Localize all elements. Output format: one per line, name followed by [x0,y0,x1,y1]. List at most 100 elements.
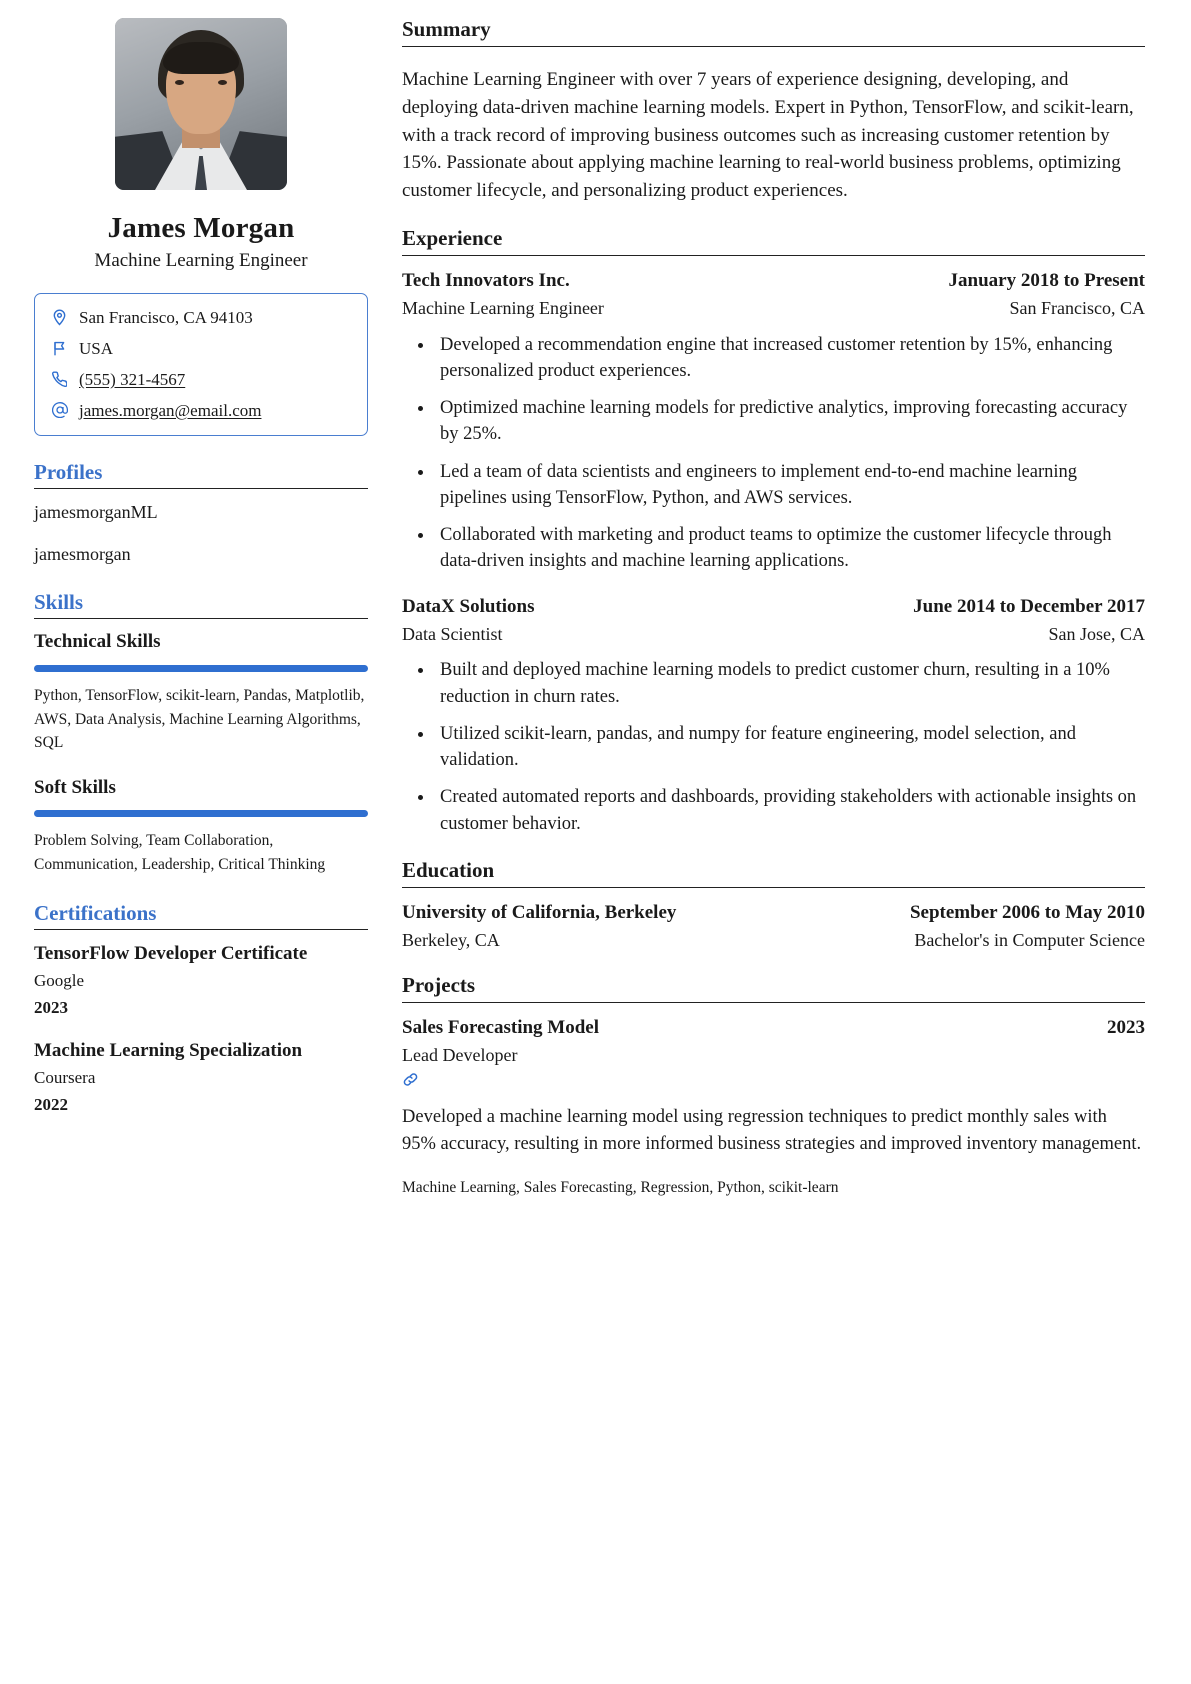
skill-group: Technical Skills Python, TensorFlow, sci… [34,631,368,754]
project-entry: Sales Forecasting Model 2023 Lead Develo… [402,1016,1145,1198]
contact-phone[interactable]: (555) 321-4567 [51,369,351,391]
resume-main: Summary Machine Learning Engineer with o… [368,14,1145,1220]
experience-bullet: Created automated reports and dashboards… [402,784,1145,837]
section-experience: Experience Tech Innovators Inc. January … [402,225,1145,837]
certification-name: TensorFlow Developer Certificate [34,942,308,964]
experience-date: January 2018 to Present [948,269,1146,291]
link-chain-icon [402,1071,419,1093]
avatar-container [34,18,368,190]
photo-eye-right [218,80,227,85]
section-projects-title: Projects [402,972,476,997]
contact-box: San Francisco, CA 94103 USA (555) 321-45… [34,293,368,437]
certification-date: 2023 [34,997,68,1017]
skill-group-name: Technical Skills [34,631,161,653]
skill-level-bar [34,665,368,673]
profile-item[interactable]: jamesmorganML [34,501,368,524]
experience-location: San Jose, CA [1048,623,1145,644]
section-education-title: Education [402,857,495,882]
contact-location: San Francisco, CA 94103 [51,307,351,329]
photo-eye-left [175,80,184,85]
contact-country: USA [51,338,351,360]
experience-entry: Tech Innovators Inc. January 2018 to Pre… [402,269,1145,575]
education-institution: University of California, Berkeley [402,902,677,924]
flag-icon [51,338,68,359]
experience-entry-header: DataX Solutions June 2014 to December 20… [402,595,1145,618]
certification-name: Machine Learning Specialization [34,1040,303,1062]
resume-page: James Morgan Machine Learning Engineer S… [0,0,1191,1684]
education-entry-header: University of California, Berkeley Septe… [402,901,1145,924]
education-degree: Bachelor's in Computer Science [914,930,1145,951]
section-profiles-rule [34,488,368,490]
resume-sidebar: James Morgan Machine Learning Engineer S… [16,14,368,1116]
experience-date: June 2014 to December 2017 [913,595,1145,617]
experience-location: San Francisco, CA [1009,298,1145,319]
contact-country-text: USA [79,339,114,359]
project-name: Sales Forecasting Model [402,1016,600,1038]
experience-company: DataX Solutions [402,595,535,617]
experience-entry-subheader: Data Scientist San Jose, CA [402,623,1145,646]
section-summary-rule [402,46,1145,48]
phone-icon [51,369,68,390]
certification-issuer: Google [34,970,85,990]
skill-group-name: Soft Skills [34,776,116,798]
skill-keywords: Problem Solving, Team Collaboration, Com… [34,832,326,874]
contact-location-text: San Francisco, CA 94103 [79,308,253,328]
contact-phone-link[interactable]: (555) 321-4567 [79,369,185,391]
experience-entry-header: Tech Innovators Inc. January 2018 to Pre… [402,269,1145,292]
section-certifications-rule [34,928,368,930]
education-date: September 2006 to May 2010 [909,902,1145,924]
section-projects: Projects Sales Forecasting Model 2023 Le… [402,972,1145,1199]
at-sign-icon [51,400,68,421]
experience-bullet: Collaborated with marketing and product … [402,522,1145,575]
project-entry-header: Sales Forecasting Model 2023 [402,1016,1145,1039]
education-entry-subheader: Berkeley, CA Bachelor's in Computer Scie… [402,929,1145,952]
section-skills-rule [34,618,368,620]
section-certifications-title: Certifications [34,900,157,925]
experience-bullet: Built and deployed machine learning mode… [402,657,1145,710]
section-certifications: Certifications TensorFlow Developer Cert… [34,900,368,1117]
project-date: 2023 [1107,1016,1145,1038]
education-location: Berkeley, CA [402,930,500,951]
section-education: Education University of California, Berk… [402,857,1145,952]
certification-date: 2022 [34,1095,68,1115]
project-tags: Machine Learning, Sales Forecasting, Reg… [402,1178,839,1196]
education-entry: University of California, Berkeley Septe… [402,901,1145,952]
candidate-name: James Morgan [107,212,295,244]
section-summary-title: Summary [402,17,491,41]
section-skills-title: Skills [34,590,84,615]
project-description: Developed a machine learning model using… [402,1107,1142,1155]
experience-position: Machine Learning Engineer [402,298,604,319]
certification-item: Machine Learning Specialization Coursera… [34,1039,368,1116]
experience-company: Tech Innovators Inc. [402,269,570,291]
section-skills: Skills Technical Skills Python, TensorFl… [34,591,368,876]
project-role: Lead Developer [402,1044,518,1065]
certification-item: TensorFlow Developer Certificate Google … [34,942,368,1019]
experience-position: Data Scientist [402,623,503,644]
section-summary: Summary Machine Learning Engineer with o… [402,17,1145,205]
location-pin-icon [51,307,68,328]
experience-entry-subheader: Machine Learning Engineer San Francisco,… [402,297,1145,320]
section-projects-rule [402,1001,1145,1003]
experience-bullet: Optimized machine learning models for pr… [402,395,1145,448]
experience-bullets: Built and deployed machine learning mode… [402,657,1145,837]
section-experience-title: Experience [402,225,503,250]
candidate-headline: Machine Learning Engineer [94,250,308,272]
profile-item[interactable]: jamesmorgan [34,543,368,566]
skill-level-bar [34,810,368,818]
summary-text: Machine Learning Engineer with over 7 ye… [402,69,1134,202]
photo-fringe [163,42,239,74]
experience-bullets: Developed a recommendation engine that i… [402,332,1145,575]
certification-issuer: Coursera [34,1068,96,1088]
section-profiles-title: Profiles [34,460,103,485]
skill-group: Soft Skills Problem Solving, Team Collab… [34,777,368,877]
section-education-rule [402,887,1145,889]
contact-email[interactable]: james.morgan@email.com [51,400,351,422]
section-experience-rule [402,254,1145,256]
section-profiles: Profiles jamesmorganML jamesmorgan [34,461,368,566]
skill-keywords: Python, TensorFlow, scikit-learn, Pandas… [34,687,365,752]
project-link[interactable] [402,1072,419,1092]
contact-email-link[interactable]: james.morgan@email.com [79,400,261,422]
experience-bullet: Utilized scikit-learn, pandas, and numpy… [402,721,1145,774]
avatar [115,18,287,190]
experience-bullet: Developed a recommendation engine that i… [402,332,1145,385]
